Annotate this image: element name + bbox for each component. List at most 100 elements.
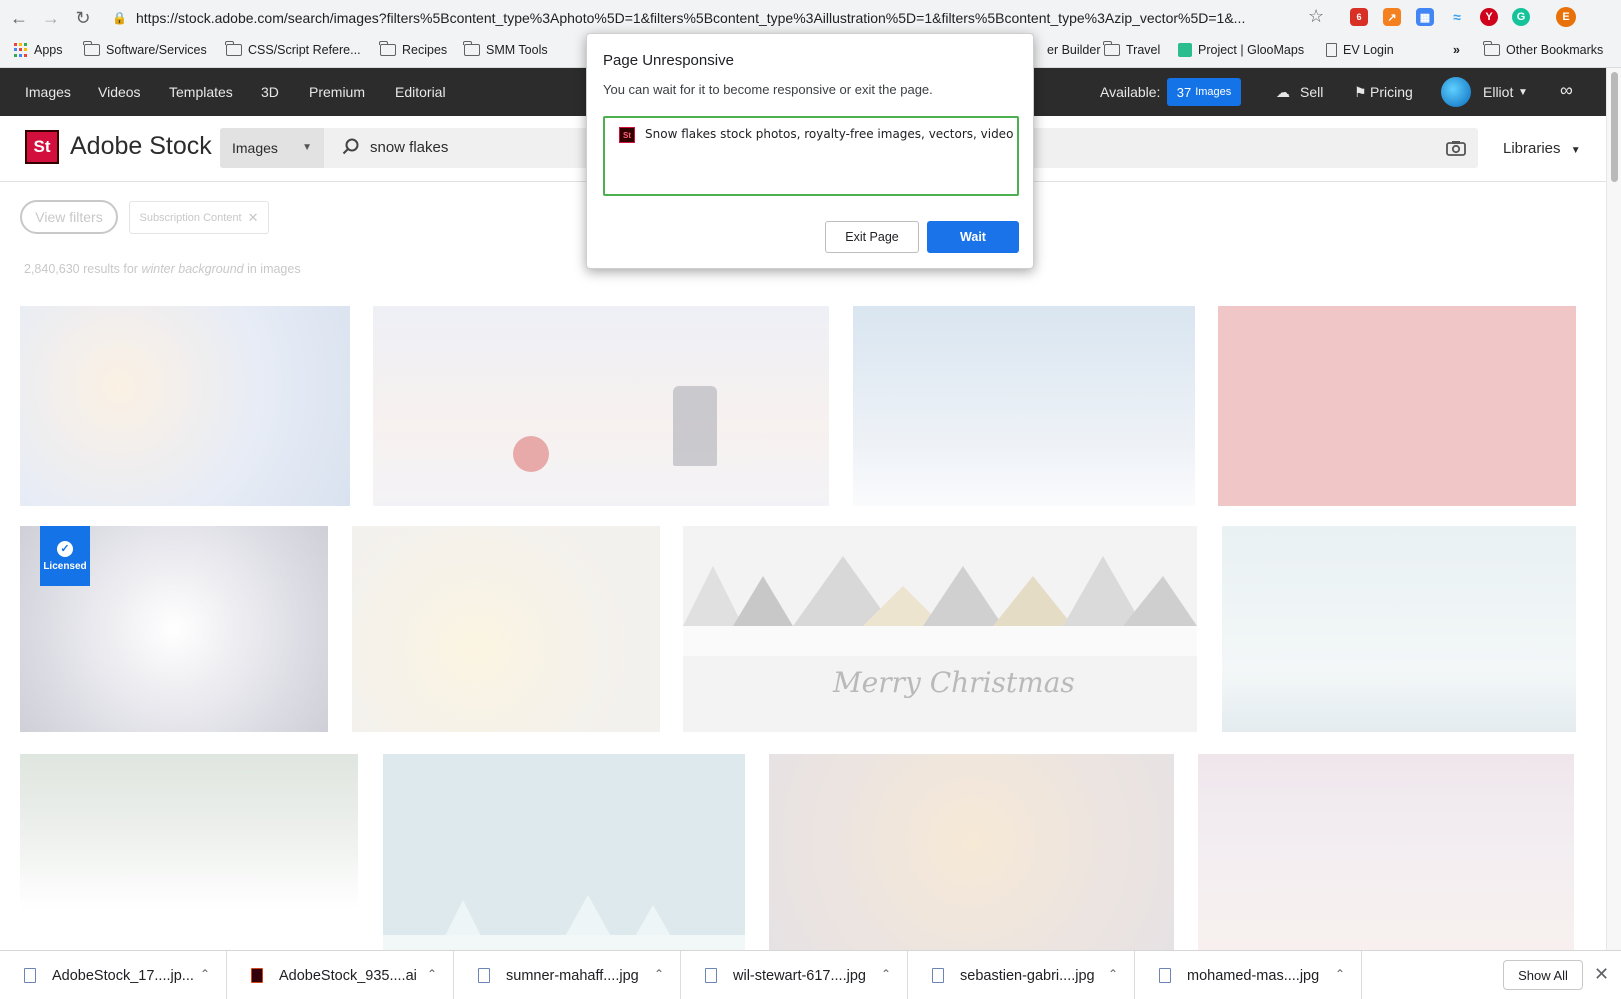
result-thumbnail[interactable] [1198,754,1574,950]
result-thumbnail[interactable] [352,526,660,732]
unresponsive-pages-list[interactable]: St Snow flakes stock photos, royalty-fre… [603,116,1019,196]
result-thumbnail[interactable] [1222,526,1576,732]
nav-pricing[interactable]: Pricing [1370,84,1413,100]
chevron-down-icon[interactable]: ▼ [1518,87,1528,98]
bookmark-label: SMM Tools [486,43,548,57]
profile-avatar[interactable]: E [1556,7,1576,27]
libraries-menu[interactable]: Libraries ▼ [1503,140,1581,157]
bookmark-label: Recipes [402,43,448,57]
view-filters-button[interactable]: View filters [20,200,118,234]
bookmark-builder[interactable]: er Builder [1047,43,1101,57]
download-item[interactable]: sebastien-gabri....jpg ⌃ [908,951,1135,999]
nav-premium[interactable]: Premium [309,84,365,100]
extension-window-icon[interactable]: ▦ [1416,8,1434,26]
chevron-up-icon[interactable]: ⌃ [1335,967,1345,981]
page-scrollbar[interactable] [1606,68,1621,950]
extension-grammarly-icon[interactable]: G [1512,8,1530,26]
download-item[interactable]: sumner-mahaff....jpg ⌃ [454,951,681,999]
bookmark-label: Project | GlooMaps [1198,43,1305,57]
chevron-up-icon[interactable]: ⌃ [427,967,437,981]
folder-icon [379,41,396,56]
address-bar[interactable]: 🔒 https://stock.adobe.com/search/images?… [112,4,1334,32]
bookmark-label: Other Bookmarks [1506,43,1604,57]
extension-y-icon[interactable]: Y [1480,8,1498,26]
result-thumbnail[interactable] [20,306,350,506]
bookmark-software-services[interactable]: Software/Services [83,41,207,57]
apps-grid-icon [14,43,28,57]
bookmark-smm-tools[interactable]: SMM Tools [463,41,548,57]
bookmark-star-icon[interactable]: ☆ [1308,6,1324,27]
bookmark-ev-login[interactable]: EV Login [1326,43,1394,57]
gloomaps-icon [1178,43,1192,57]
extension-wave-icon[interactable]: ≈ [1448,8,1466,26]
nav-3d[interactable]: 3D [261,84,279,100]
download-item[interactable]: AdobeStock_17....jp... ⌃ [0,951,227,999]
bookmark-apps[interactable]: Apps [14,43,63,57]
content-type-value: Images [232,140,278,156]
nav-templates[interactable]: Templates [169,84,233,100]
download-item[interactable]: wil-stewart-617....jpg ⌃ [681,951,908,999]
scrollbar-thumb[interactable] [1611,72,1618,182]
camera-icon[interactable] [1446,140,1466,156]
exit-page-button[interactable]: Exit Page [825,221,919,253]
forward-icon[interactable]: → [38,5,64,31]
bookmark-travel[interactable]: Travel [1103,41,1161,57]
nav-videos[interactable]: Videos [98,84,141,100]
result-thumbnail[interactable] [769,754,1174,950]
bookmark-css-script[interactable]: CSS/Script Refere... [225,41,361,57]
chevron-up-icon[interactable]: ⌃ [1108,967,1118,981]
extension-calendar-icon[interactable]: 6 [1350,8,1368,26]
adobe-stock-favicon: St [619,127,635,143]
licensed-badge: ✓ Licensed [40,526,90,586]
creative-cloud-icon[interactable]: ∞ [1560,80,1573,101]
show-all-button[interactable]: Show All [1503,960,1583,990]
user-avatar[interactable] [1441,77,1471,107]
close-icon[interactable]: ✕ [248,210,259,226]
result-thumbnail[interactable] [20,754,358,950]
bookmark-recipes[interactable]: Recipes [379,41,448,57]
chevron-up-icon[interactable]: ⌃ [654,967,664,981]
download-item[interactable]: AdobeStock_935....ai ⌃ [227,951,454,999]
nav-sell[interactable]: Sell [1300,84,1323,100]
results-query: winter background [141,262,244,276]
result-thumbnail[interactable] [1218,306,1576,506]
result-thumbnail[interactable] [373,306,829,506]
bookmark-label: Apps [34,43,63,57]
content-type-select[interactable]: Images ▼ [220,128,324,168]
other-bookmarks[interactable]: Other Bookmarks [1483,41,1604,57]
back-icon[interactable]: ← [6,5,32,31]
download-item[interactable]: mohamed-mas....jpg ⌃ [1135,951,1362,999]
unresponsive-page-entry[interactable]: Snow flakes stock photos, royalty-free i… [645,127,1013,141]
tag-icon: ⚑ [1354,84,1367,100]
filter-chip[interactable]: Subscription Content ✕ [129,201,269,234]
bookmark-gloomaps[interactable]: Project | GlooMaps [1178,43,1304,57]
results-summary: 2,840,630 results for winter background … [24,262,301,276]
chevron-up-icon[interactable]: ⌃ [200,967,210,981]
download-filename: AdobeStock_935....ai [279,967,417,984]
check-icon: ✓ [57,540,73,557]
wait-button[interactable]: Wait [927,221,1019,253]
extension-chart-icon[interactable]: ↗ [1383,8,1401,26]
download-filename: AdobeStock_17....jp... [52,967,194,984]
close-icon[interactable]: ✕ [1594,964,1609,985]
brand-name[interactable]: Adobe Stock [70,132,212,161]
page-unresponsive-dialog: Page Unresponsive You can wait for it to… [586,33,1034,269]
adobe-stock-logo[interactable]: St [25,130,59,164]
nav-editorial[interactable]: Editorial [395,84,446,100]
lock-icon: 🔒 [112,11,127,25]
result-thumbnail[interactable]: Merry Christmas [683,526,1197,732]
folder-icon [1103,41,1120,56]
bookmark-label: Travel [1126,43,1161,57]
chevron-up-icon[interactable]: ⌃ [881,967,891,981]
bookmarks-overflow-button[interactable]: » [1453,43,1460,57]
result-thumbnail[interactable] [853,306,1195,506]
bookmark-label: CSS/Script Refere... [248,43,361,57]
available-images-badge[interactable]: 37 Images [1167,78,1241,106]
nav-images[interactable]: Images [25,84,71,100]
reload-icon[interactable]: ↻ [70,5,96,31]
result-thumbnail[interactable] [383,754,745,950]
ai-file-icon [251,968,263,983]
user-menu[interactable]: Elliot [1483,84,1513,100]
search-input[interactable]: snow flakes [370,139,448,156]
address-url[interactable]: https://stock.adobe.com/search/images?fi… [136,10,1286,26]
